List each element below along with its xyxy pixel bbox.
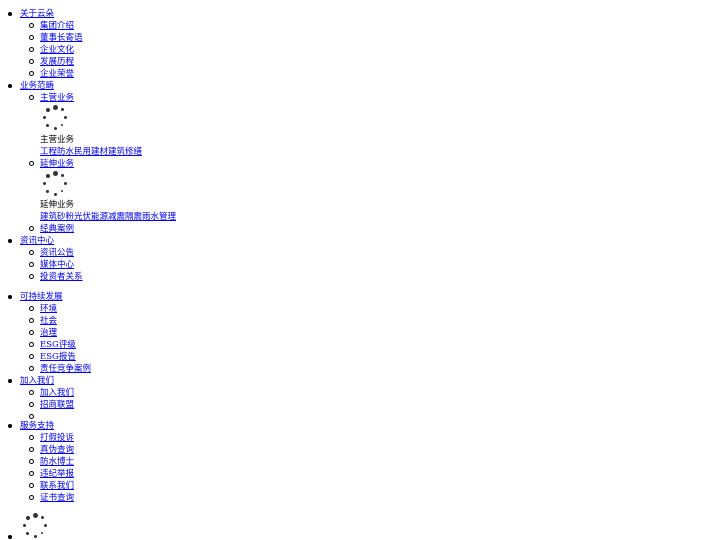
nav-sustainability-item-governance[interactable]: 治理 [40, 327, 57, 339]
nav-news-item-announcements[interactable]: 资讯公告 [40, 247, 74, 259]
loading-spinner-icon [22, 513, 48, 539]
list-bullet [29, 495, 34, 500]
nav-business-cases-link[interactable]: 经典案例 [40, 223, 74, 235]
list-bullet [8, 12, 12, 16]
list-bullet [8, 84, 12, 88]
list-bullet [29, 318, 34, 323]
list-bullet [29, 483, 34, 488]
list-bullet [29, 47, 34, 52]
nav-about-item-culture[interactable]: 企业文化 [40, 44, 74, 56]
nav-sustainability-item-esg-report[interactable]: ESG报告 [40, 351, 76, 363]
list-bullet [29, 250, 34, 255]
list-bullet [29, 390, 34, 395]
list-bullet [29, 354, 34, 359]
nav-business-extended-link[interactable]: 延伸业务 [40, 158, 74, 170]
list-bullet [29, 161, 34, 166]
list-bullet [29, 366, 34, 371]
nav-sustainability-item-cases[interactable]: 责任竞争案例 [40, 363, 91, 375]
nav-sustainability-item-esg-rating[interactable]: ESG评级 [40, 339, 76, 351]
nav-about-link[interactable]: 关于云朵 [20, 8, 54, 20]
list-bullet [29, 459, 34, 464]
nav-sustainability-item-environment[interactable]: 环境 [40, 303, 57, 315]
list-bullet [8, 295, 12, 299]
list-bullet [29, 447, 34, 452]
nav-support-item-report[interactable]: 违纪举报 [40, 468, 74, 480]
list-bullet [8, 239, 12, 243]
nav-support-item-anti-counterfeit[interactable]: 打假投诉 [40, 432, 74, 444]
business-extended-rainwater-link[interactable]: 雨水管理 [142, 211, 176, 223]
list-bullet [29, 330, 34, 335]
list-bullet [29, 342, 34, 347]
nav-support-item-certificate[interactable]: 证书查询 [40, 492, 74, 504]
nav-about-item-history[interactable]: 发展历程 [40, 56, 74, 68]
list-bullet [29, 59, 34, 64]
list-bullet [29, 95, 34, 100]
nav-join-item-franchise[interactable]: 招商联盟 [40, 399, 74, 411]
list-bullet [29, 471, 34, 476]
list-bullet [8, 424, 12, 428]
business-extended-solar-link[interactable]: 光伏能源 [74, 211, 108, 223]
list-bullet [29, 402, 34, 407]
nav-about-item-group[interactable]: 集团介绍 [40, 20, 74, 32]
business-main-caption: 主营业务 [40, 135, 75, 145]
list-bullet [29, 435, 34, 440]
business-main-waterproofing-link[interactable]: 工程防水 [40, 146, 74, 158]
list-bullet [29, 23, 34, 28]
list-bullet [29, 35, 34, 40]
business-extended-caption: 延伸业务 [40, 200, 75, 210]
nav-business-link[interactable]: 业务范畴 [20, 80, 54, 92]
list-bullet [8, 379, 12, 383]
business-main-building-materials-link[interactable]: 民用建材 [74, 146, 108, 158]
list-bullet [8, 535, 12, 539]
nav-about-item-chairman[interactable]: 董事长寄语 [40, 32, 83, 44]
list-bullet [29, 306, 34, 311]
nav-news-item-investors[interactable]: 投资者关系 [40, 271, 83, 283]
nav-join-link[interactable]: 加入我们 [20, 375, 54, 387]
list-bullet [29, 414, 34, 419]
loading-spinner-icon [42, 105, 68, 131]
nav-support-item-contact[interactable]: 联系我们 [40, 480, 74, 492]
nav-support-item-doctor[interactable]: 防水博士 [40, 456, 74, 468]
business-extended-sand-link[interactable]: 建筑砂粉 [40, 211, 74, 223]
nav-join-item-careers[interactable]: 加入我们 [40, 387, 74, 399]
nav-business-main-link[interactable]: 主营业务 [40, 92, 74, 104]
business-extended-seismic-link[interactable]: 减震隔震 [108, 211, 142, 223]
nav-sustainability-item-society[interactable]: 社会 [40, 315, 57, 327]
loading-spinner-icon [42, 171, 68, 197]
nav-news-item-media[interactable]: 媒体中心 [40, 259, 74, 271]
nav-support-link[interactable]: 服务支持 [20, 420, 54, 432]
business-main-renovation-link[interactable]: 建筑修缮 [108, 146, 142, 158]
list-bullet [29, 71, 34, 76]
list-bullet [29, 274, 34, 279]
nav-sustainability-link[interactable]: 可持续发展 [20, 291, 63, 303]
nav-news-link[interactable]: 资讯中心 [20, 235, 54, 247]
nav-support-item-verify[interactable]: 真伪查询 [40, 444, 74, 456]
list-bullet [29, 262, 34, 267]
nav-about-item-honors[interactable]: 企业荣誉 [40, 68, 74, 80]
list-bullet [29, 226, 34, 231]
